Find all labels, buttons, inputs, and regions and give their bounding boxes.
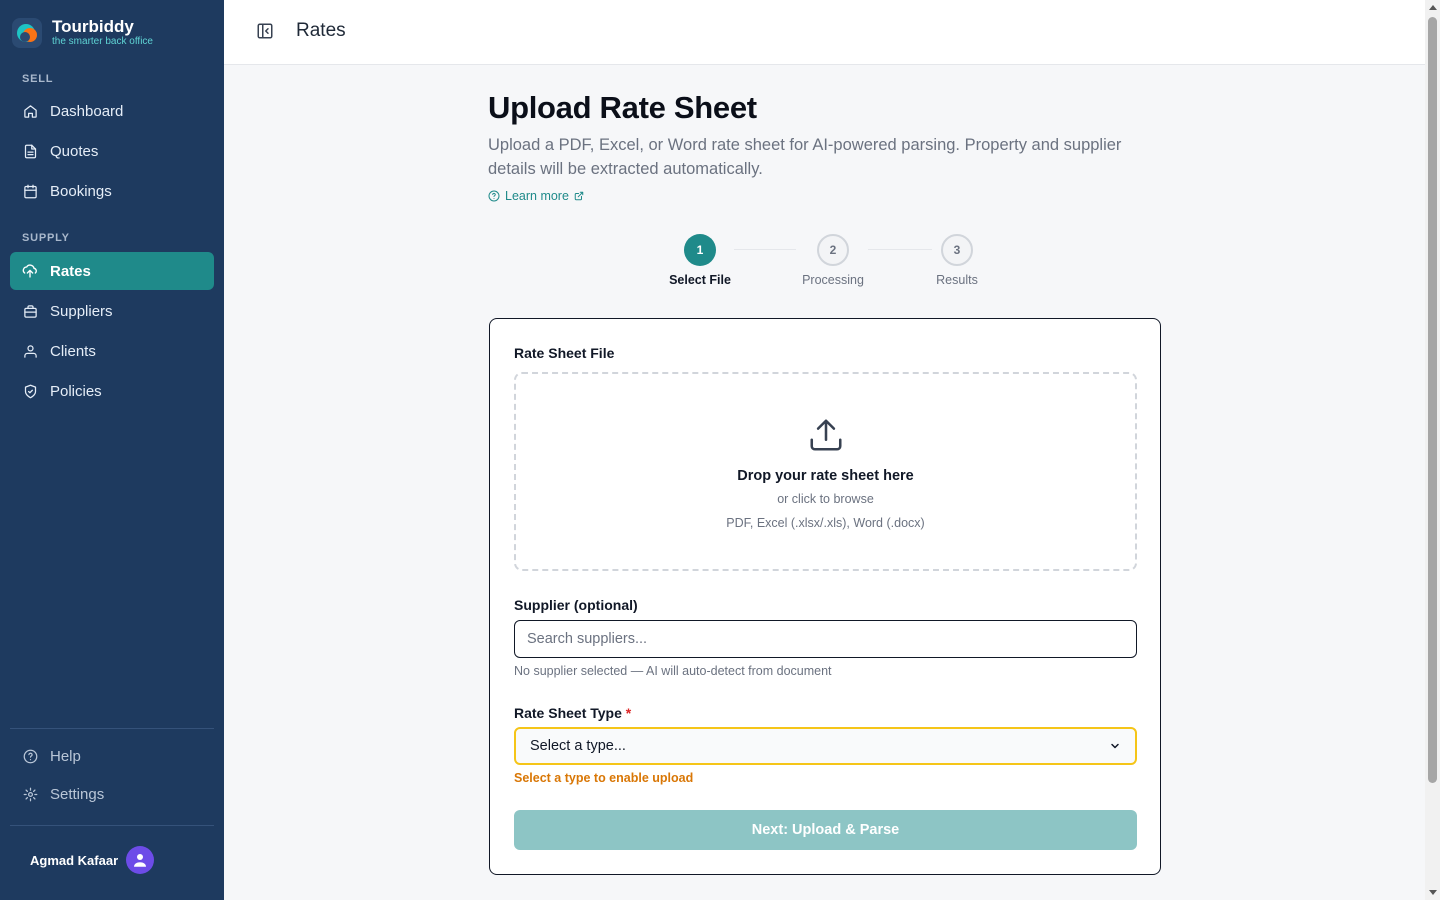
supplier-search-input[interactable] <box>514 620 1137 658</box>
help-circle-icon <box>488 190 500 202</box>
scroll-up-arrow-icon[interactable] <box>1429 5 1437 10</box>
user-name: Agmad Kafaar <box>30 852 119 868</box>
step-label: Processing <box>802 273 864 287</box>
avatar[interactable] <box>126 846 155 874</box>
users-icon <box>22 343 38 359</box>
learn-more-link[interactable]: Learn more <box>488 189 584 203</box>
scrollbar[interactable] <box>1425 0 1440 900</box>
sidebar: Tourbiddy the smarter back office SELL D… <box>0 0 224 900</box>
step-processing: 2 Processing <box>793 234 873 287</box>
sidebar-item-label: Quotes <box>50 142 99 160</box>
step-select-file: 1 Select File <box>660 234 740 287</box>
shield-icon <box>22 383 38 399</box>
help-circle-icon <box>22 748 38 764</box>
sidebar-item-label: Rates <box>50 262 91 280</box>
dropzone-title: Drop your rate sheet here <box>737 468 914 484</box>
scroll-down-arrow-icon[interactable] <box>1429 890 1437 895</box>
file-field-label: Rate Sheet File <box>514 345 615 361</box>
supplier-field-label: Supplier (optional) <box>514 597 638 613</box>
sidebar-item-quotes[interactable]: Quotes <box>10 132 214 170</box>
step-results: 3 Results <box>917 234 997 287</box>
step-label: Results <box>936 273 978 287</box>
sidebar-item-label: Clients <box>50 342 96 360</box>
required-mark: * <box>625 705 632 721</box>
rate-sheet-type-select[interactable]: Select a type... <box>514 727 1137 765</box>
brand-name: Tourbiddy <box>52 17 134 36</box>
scrollbar-thumb[interactable] <box>1428 17 1437 783</box>
page-title: Upload Rate Sheet <box>488 90 757 125</box>
upload-form-card: Rate Sheet File Drop your rate sheet her… <box>489 318 1161 875</box>
step-number: 2 <box>817 234 849 266</box>
page-breadcrumb: Rates <box>296 20 346 41</box>
sidebar-item-suppliers[interactable]: Suppliers <box>10 292 214 330</box>
step-label: Select File <box>669 273 731 287</box>
page-description: Upload a PDF, Excel, or Word rate sheet … <box>488 136 1122 178</box>
upload-icon <box>807 416 845 459</box>
calendar-icon <box>22 183 38 199</box>
sidebar-item-dashboard[interactable]: Dashboard <box>10 92 214 130</box>
file-dropzone[interactable]: Drop your rate sheet here or click to br… <box>514 372 1137 571</box>
top-bar: Rates <box>224 0 1425 65</box>
stepper-connector <box>734 249 796 250</box>
step-number: 1 <box>684 234 716 266</box>
sidebar-item-label: Dashboard <box>50 102 124 120</box>
sidebar-item-label: Policies <box>50 382 102 400</box>
sidebar-divider <box>10 728 214 729</box>
sidebar-item-label: Bookings <box>50 182 112 200</box>
external-link-icon <box>574 191 584 201</box>
sidebar-item-settings[interactable]: Settings <box>10 775 214 813</box>
home-icon <box>22 103 38 119</box>
select-value: Select a type... <box>530 738 626 754</box>
user-menu[interactable]: Agmad Kafaar <box>30 846 155 874</box>
sidebar-divider <box>10 825 214 826</box>
supplier-hint: No supplier selected — AI will auto-dete… <box>514 664 832 678</box>
sidebar-item-label: Help <box>50 747 81 765</box>
gear-icon <box>22 786 38 802</box>
chevron-down-icon <box>1111 743 1119 749</box>
learn-more-label: Learn more <box>505 189 569 203</box>
sidebar-item-help[interactable]: Help <box>10 737 214 775</box>
dropzone-file-types: PDF, Excel (.xlsx/.xls), Word (.docx) <box>726 516 925 530</box>
cloud-upload-icon <box>22 263 38 279</box>
panel-left-icon <box>257 23 273 39</box>
sidebar-item-label: Suppliers <box>50 302 113 320</box>
step-number: 3 <box>941 234 973 266</box>
type-field-label-text: Rate Sheet Type <box>514 705 622 721</box>
sidebar-item-label: Settings <box>50 785 105 803</box>
brand[interactable]: Tourbiddy the smarter back office <box>12 18 153 48</box>
type-warning: Select a type to enable upload <box>514 771 694 785</box>
section-label-supply: SUPPLY <box>22 232 70 244</box>
section-label-sell: SELL <box>22 73 54 85</box>
briefcase-icon <box>22 303 38 319</box>
sidebar-item-rates[interactable]: Rates <box>10 252 214 290</box>
type-field-label: Rate Sheet Type * <box>514 705 631 721</box>
sidebar-item-bookings[interactable]: Bookings <box>10 172 214 210</box>
dropzone-subtitle: or click to browse <box>777 492 874 506</box>
brand-tagline: the smarter back office <box>52 36 153 47</box>
user-icon <box>134 854 147 867</box>
sidebar-toggle-button[interactable] <box>256 22 276 42</box>
sidebar-item-clients[interactable]: Clients <box>10 332 214 370</box>
upload-parse-button[interactable]: Next: Upload & Parse <box>514 810 1137 850</box>
sidebar-item-policies[interactable]: Policies <box>10 372 214 410</box>
brand-logo-icon <box>12 18 42 48</box>
document-icon <box>22 143 38 159</box>
